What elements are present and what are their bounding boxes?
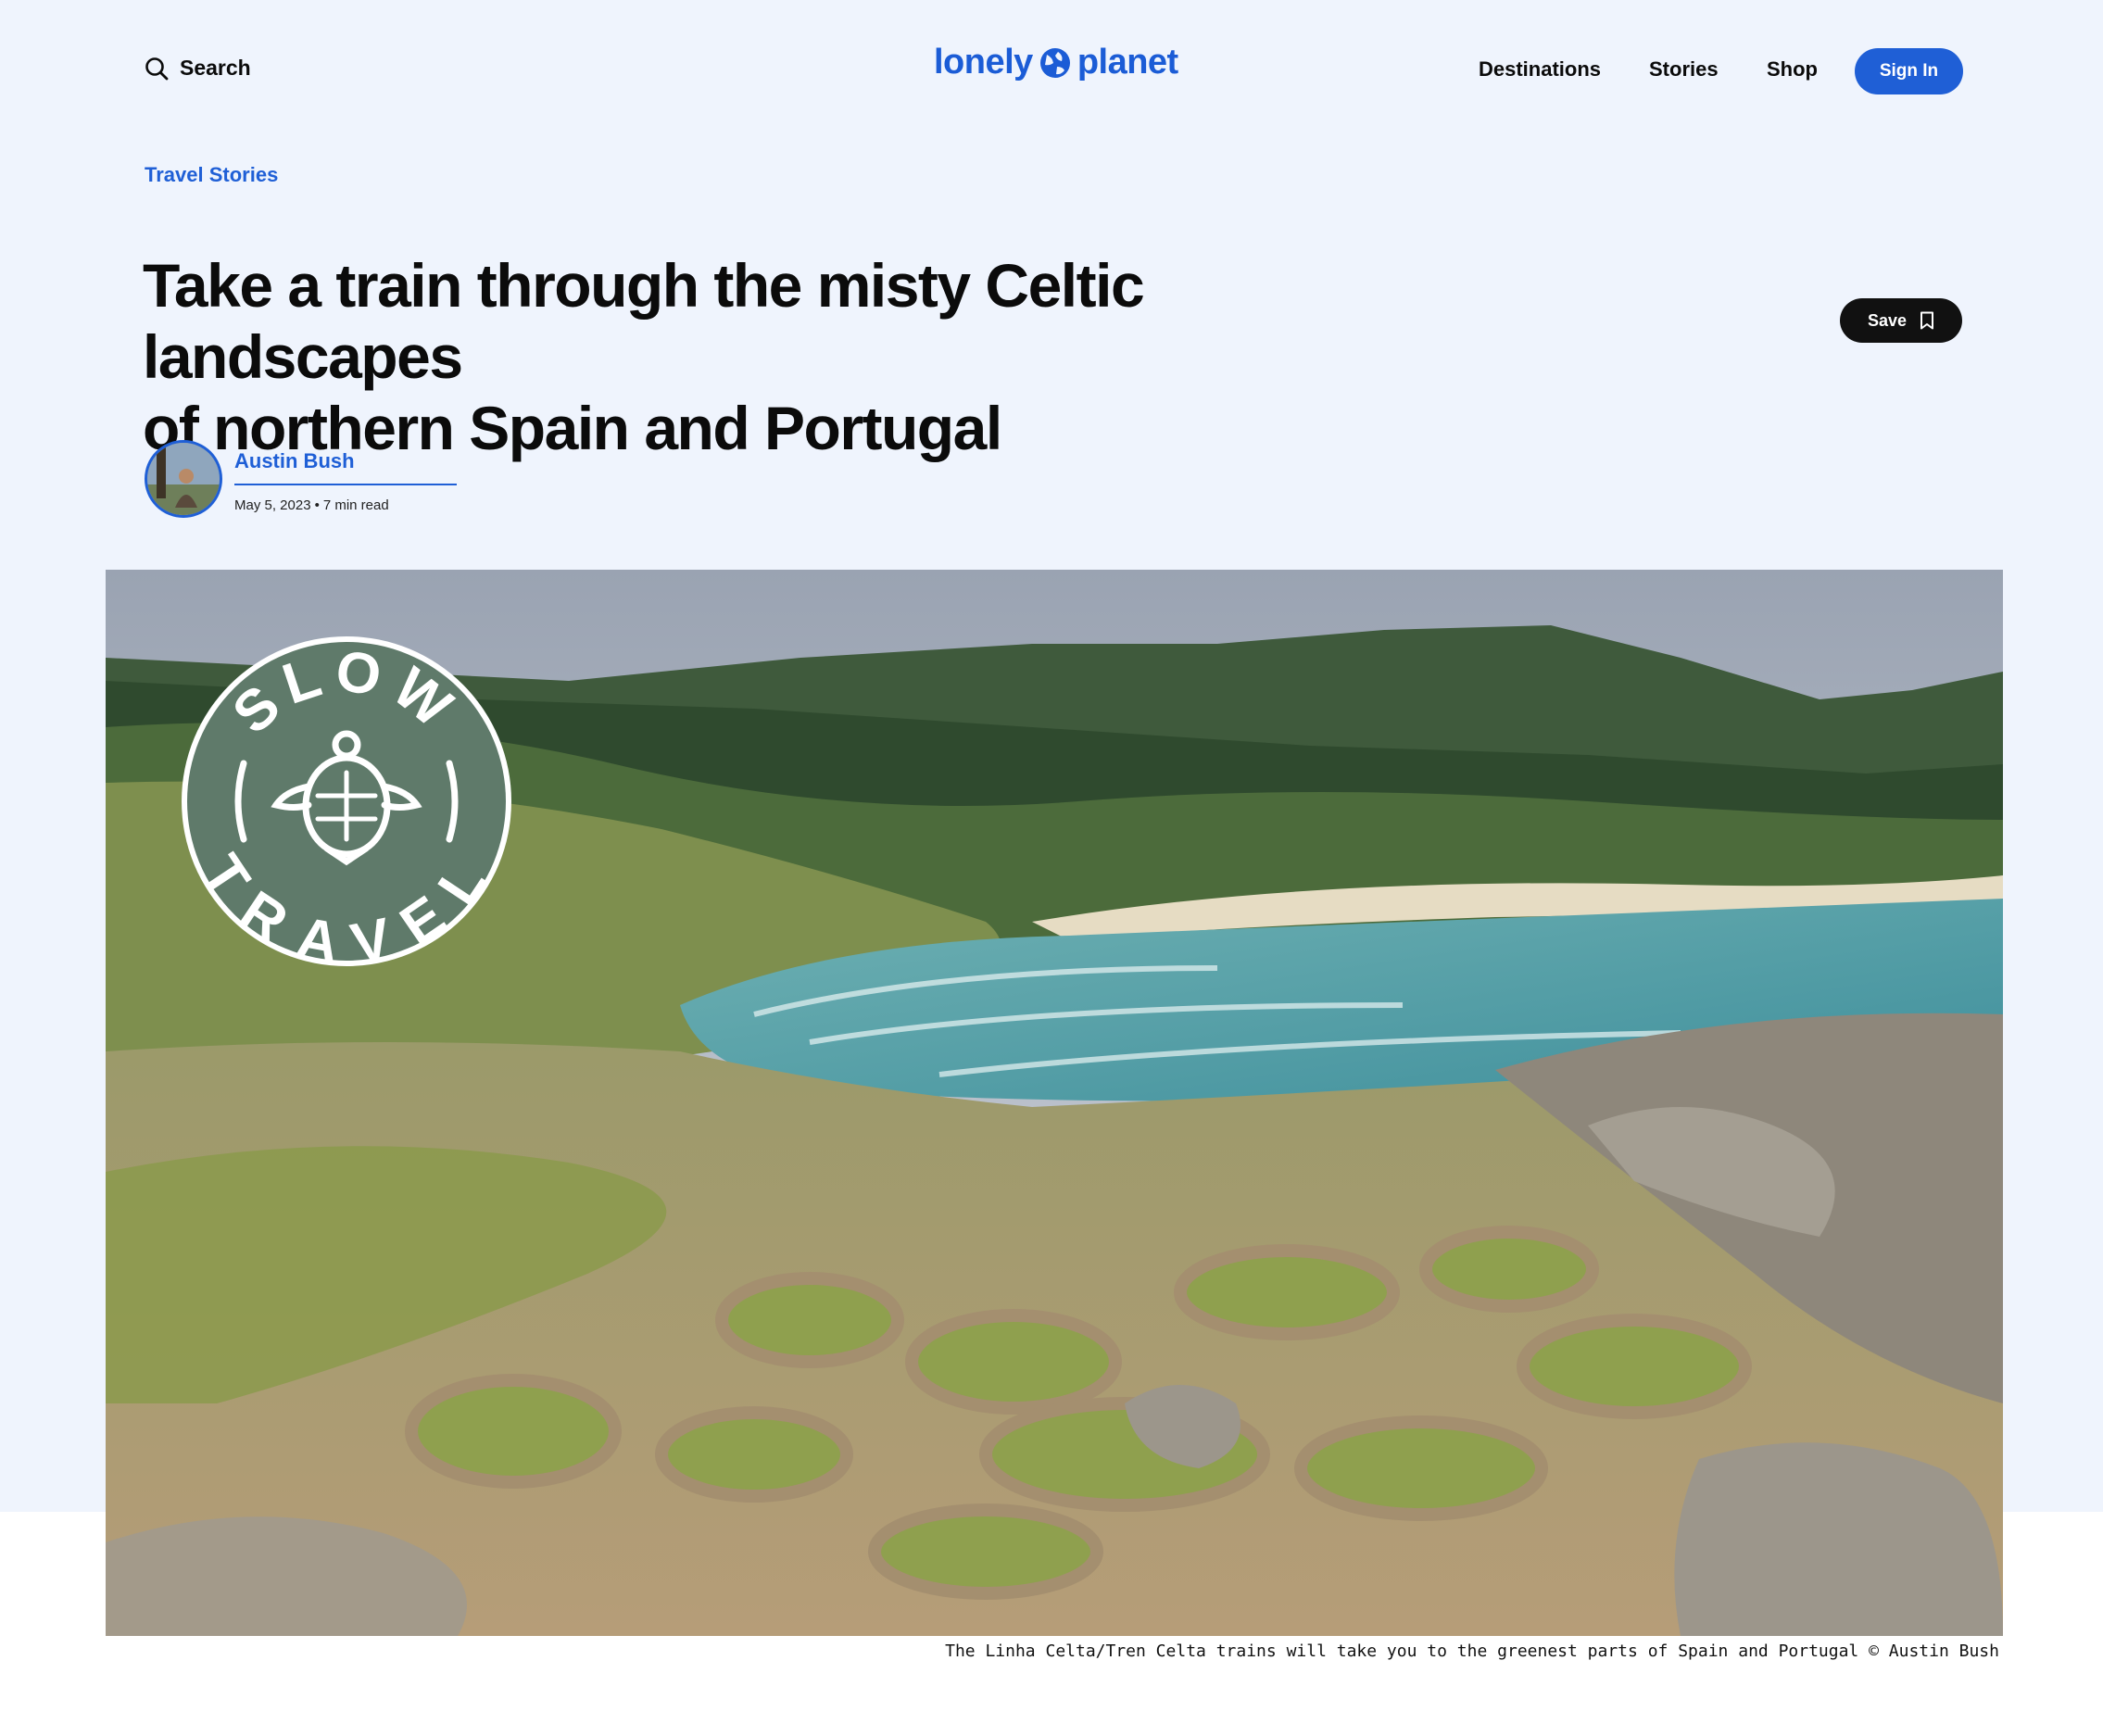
search-button[interactable]: Search (145, 56, 251, 81)
nav-destinations[interactable]: Destinations (1479, 57, 1601, 82)
title-line-1: Take a train through the misty Celtic la… (143, 251, 1145, 391)
article-meta: May 5, 2023 • 7 min read (234, 497, 389, 513)
nav-stories[interactable]: Stories (1649, 57, 1719, 82)
article-title: Take a train through the misty Celtic la… (143, 250, 1458, 464)
logo-text-right: planet (1077, 43, 1178, 82)
search-icon (145, 57, 169, 80)
image-caption: The Linha Celta/Tren Celta trains will t… (945, 1642, 1999, 1661)
publish-date: May 5, 2023 (234, 497, 311, 513)
slow-travel-badge: SLOW TRAVEL (179, 634, 514, 976)
site-logo[interactable]: lonely planet (934, 43, 1178, 82)
globe-icon (1039, 47, 1070, 78)
meta-separator: • (314, 497, 320, 513)
author-underline (234, 484, 457, 485)
bookmark-icon (1920, 311, 1934, 330)
category-link[interactable]: Travel Stories (145, 163, 278, 187)
author-name[interactable]: Austin Bush (234, 449, 355, 473)
nav-shop[interactable]: Shop (1767, 57, 1818, 82)
read-time: 7 min read (322, 497, 389, 513)
sign-in-button[interactable]: Sign In (1855, 48, 1963, 94)
badge-graphic: SLOW TRAVEL (182, 636, 511, 976)
author-avatar[interactable] (145, 440, 222, 518)
avatar-photo (147, 443, 220, 515)
save-button[interactable]: Save (1840, 298, 1962, 343)
save-label: Save (1867, 310, 1908, 330)
logo-text-left: lonely (934, 43, 1033, 82)
search-label: Search (180, 56, 251, 80)
